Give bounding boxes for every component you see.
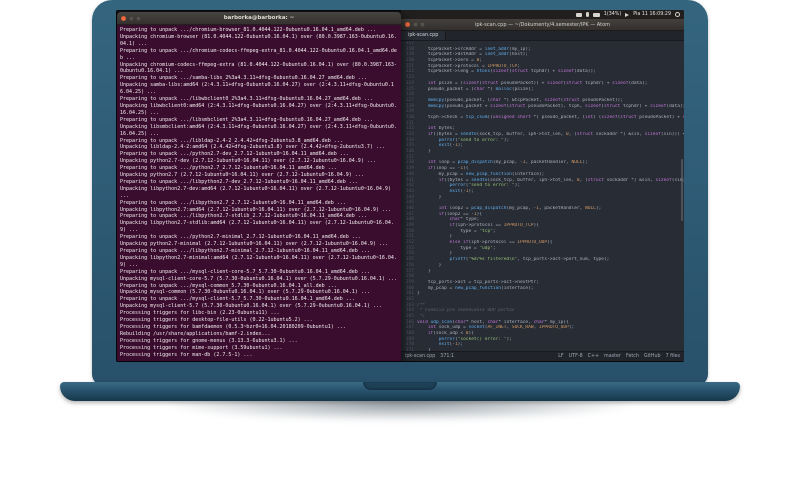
terminal-line: Unpacking libpython2.7:amd64 (2.7.12-1ub…	[120, 206, 391, 213]
clock-label[interactable]: Pia 11 16:09:29	[633, 12, 671, 17]
laptop-base	[60, 382, 740, 401]
terminal-window: barborka@barborka: ~ Preparing to unpack…	[117, 12, 401, 361]
terminal-line: Preparing to unpack .../libpython2.7_2.7…	[120, 199, 346, 206]
terminal-line: Unpacking mysql-client-5.7 (5.7.30-0ubun…	[120, 303, 382, 310]
atom-tabbar: ipk-scan.cpp	[401, 31, 684, 41]
maximize-icon[interactable]	[136, 15, 141, 21]
bluetooth-icon[interactable]	[585, 12, 589, 17]
terminal-line: Preparing to unpack .../libldap-2.4-2_2.…	[120, 137, 343, 144]
terminal-line: Unpacking libpython2.7-stdlib:amd64 (2.7…	[120, 220, 394, 234]
terminal-window-controls	[121, 15, 141, 21]
terminal-line: Preparing to unpack .../samba-libs_2%3a4…	[120, 75, 367, 82]
minimize-icon[interactable]	[412, 22, 418, 27]
maximize-icon[interactable]	[420, 22, 425, 27]
terminal-line: Rebuilding /usr/share/applications/bamf-…	[120, 330, 271, 337]
terminal-line: Unpacking mysql-client-core-5.7 (5.7.30-…	[120, 275, 397, 282]
terminal-line: Processing triggers for desktop-file-uti…	[120, 317, 313, 324]
terminal-line: Unpacking python2.7-dev (2.7.12-1ubuntu0…	[120, 158, 376, 165]
system-panel: 1(34%) Pia 11 16:09:29	[401, 10, 684, 19]
terminal-line: Unpacking libldap-2.4-2:amd64 (2.4.42+df…	[120, 144, 385, 151]
terminal-line: Unpacking chromium-codecs-ffmpeg-extra (…	[120, 61, 397, 75]
status-item-lf[interactable]: LF	[558, 354, 563, 359]
terminal-line: Preparing to unpack .../libwbclient0_2%3…	[120, 96, 373, 103]
terminal-line: Processing triggers for libc-bin (2.23-0…	[120, 310, 280, 317]
terminal-line: Preparing to unpack .../chromium-browser…	[120, 27, 376, 33]
session-gear-icon[interactable]	[675, 12, 680, 17]
status-cursor-position[interactable]: 371:1	[440, 354, 454, 359]
terminal-line: Preparing to unpack .../libsmbclient_2%3…	[120, 116, 373, 123]
terminal-title: barborka@barborka: ~	[223, 15, 295, 21]
status-item-utf-8[interactable]: UTF-8	[569, 354, 583, 359]
terminal-line: Preparing to unpack .../mysql-client-cor…	[120, 268, 370, 275]
terminal-output[interactable]: Preparing to unpack .../chromium-browser…	[117, 25, 401, 361]
terminal-line: Unpacking python2.7 (2.7.12-1ubuntu0~16.…	[120, 172, 364, 179]
terminal-line: Preparing to unpack .../libpython2.7-std…	[120, 213, 367, 220]
status-item-7-files[interactable]: 7 files	[666, 354, 680, 359]
battery-label[interactable]: 1(34%)	[604, 12, 621, 17]
status-item-c-[interactable]: C++	[588, 354, 599, 359]
code-line: 371 }	[401, 348, 684, 351]
laptop-screen: 1(34%) Pia 11 16:09:29 ipk-scan.cpp — ~/…	[116, 10, 684, 362]
terminal-line: Processing triggers for mime-support (3.…	[120, 344, 283, 351]
keyboard-indicator-icon[interactable]	[575, 12, 582, 17]
battery-icon[interactable]	[592, 12, 600, 17]
code-editor[interactable]: 317 318 tcpPacket->srcAddr = inet_addr(my…	[401, 41, 684, 351]
close-icon[interactable]	[405, 22, 410, 27]
terminal-line: Preparing to unpack .../mysql-client-5.7…	[120, 296, 355, 303]
stage: 1(34%) Pia 11 16:09:29 ipk-scan.cpp — ~/…	[0, 0, 800, 477]
status-item-fetch[interactable]: Fetch	[626, 354, 639, 359]
terminal-line: Processing triggers for gnome-menus (3.1…	[120, 337, 298, 344]
terminal-line: Processing triggers for bamfdaemon (0.5.…	[120, 323, 346, 330]
atom-window: 1(34%) Pia 11 16:09:29 ipk-scan.cpp — ~/…	[401, 10, 684, 361]
terminal-line: Unpacking samba-libs:amd64 (2:4.3.11+dfs…	[120, 82, 394, 96]
laptop-base-notch	[363, 382, 437, 390]
close-icon[interactable]	[121, 15, 126, 21]
terminal-line: Processing triggers for man-db (2.7.5-1)…	[120, 351, 253, 358]
editor-scrollbar[interactable]	[681, 158, 683, 221]
atom-window-controls	[405, 22, 425, 27]
status-item-master[interactable]: master	[604, 354, 621, 359]
atom-statusbar: ipk-scan.cpp 371:1 LF UTF-8 C++ master Fetch…	[401, 351, 684, 361]
atom-titlebar[interactable]: ipk-scan.cpp — ~/Dokumenty/4.semester/IP…	[401, 19, 684, 31]
code-rows: 317 318 tcpPacket->srcAddr = inet_addr(my…	[401, 41, 684, 351]
terminal-line: Preparing to unpack .../libpython2.7-min…	[120, 248, 370, 254]
terminal-line: Unpacking mysql-common (5.7.30-0ubuntu0.…	[120, 289, 370, 296]
terminal-line: Preparing to unpack .../mysql-common_5.7…	[120, 282, 337, 289]
terminal-line: Preparing to unpack .../chromium-codecs-…	[120, 47, 397, 61]
tab-ipk-scan[interactable]: ipk-scan.cpp	[401, 31, 447, 40]
terminal-line: Preparing to unpack .../libpython2.7-dev…	[120, 178, 358, 185]
line-number: 371	[405, 348, 414, 351]
terminal-line: Unpacking libpython2.7-minimal:amd64 (2.…	[120, 254, 397, 268]
status-right-items: LF UTF-8 C++ master Fetch GitHub 7 files	[553, 354, 680, 359]
terminal-line: Unpacking chromium-browser (81.0.4044.12…	[120, 33, 397, 47]
terminal-line: Unpacking libsmbclient:amd64 (2:4.3.11+d…	[120, 123, 397, 137]
terminal-line: Preparing to unpack .../python2.7-dev_2.…	[120, 151, 349, 158]
terminal-line: Preparing to unpack .../python2.7_2.7.12…	[120, 165, 337, 172]
terminal-line: Unpacking python2.7-minimal (2.7.12-1ubu…	[120, 241, 388, 248]
minimize-icon[interactable]	[128, 15, 134, 21]
laptop-frame: 1(34%) Pia 11 16:09:29 ipk-scan.cpp — ~/…	[92, 0, 708, 386]
terminal-line: Preparing to unpack .../python2.7-minima…	[120, 234, 361, 241]
terminal-line: Unpacking libwbclient0:amd64 (2:4.3.11+d…	[120, 102, 397, 116]
volume-icon[interactable]	[625, 12, 630, 17]
terminal-titlebar[interactable]: barborka@barborka: ~	[117, 12, 401, 25]
atom-window-title: ipk-scan.cpp — ~/Dokumenty/4.semester/IP…	[474, 21, 611, 28]
code-text: }	[417, 348, 431, 351]
terminal-line: Unpacking libpython2.7-dev:amd64 (2.7.12…	[120, 185, 394, 199]
status-item-github[interactable]: GitHub	[644, 354, 661, 359]
status-filename[interactable]: ipk-scan.cpp	[405, 354, 435, 359]
